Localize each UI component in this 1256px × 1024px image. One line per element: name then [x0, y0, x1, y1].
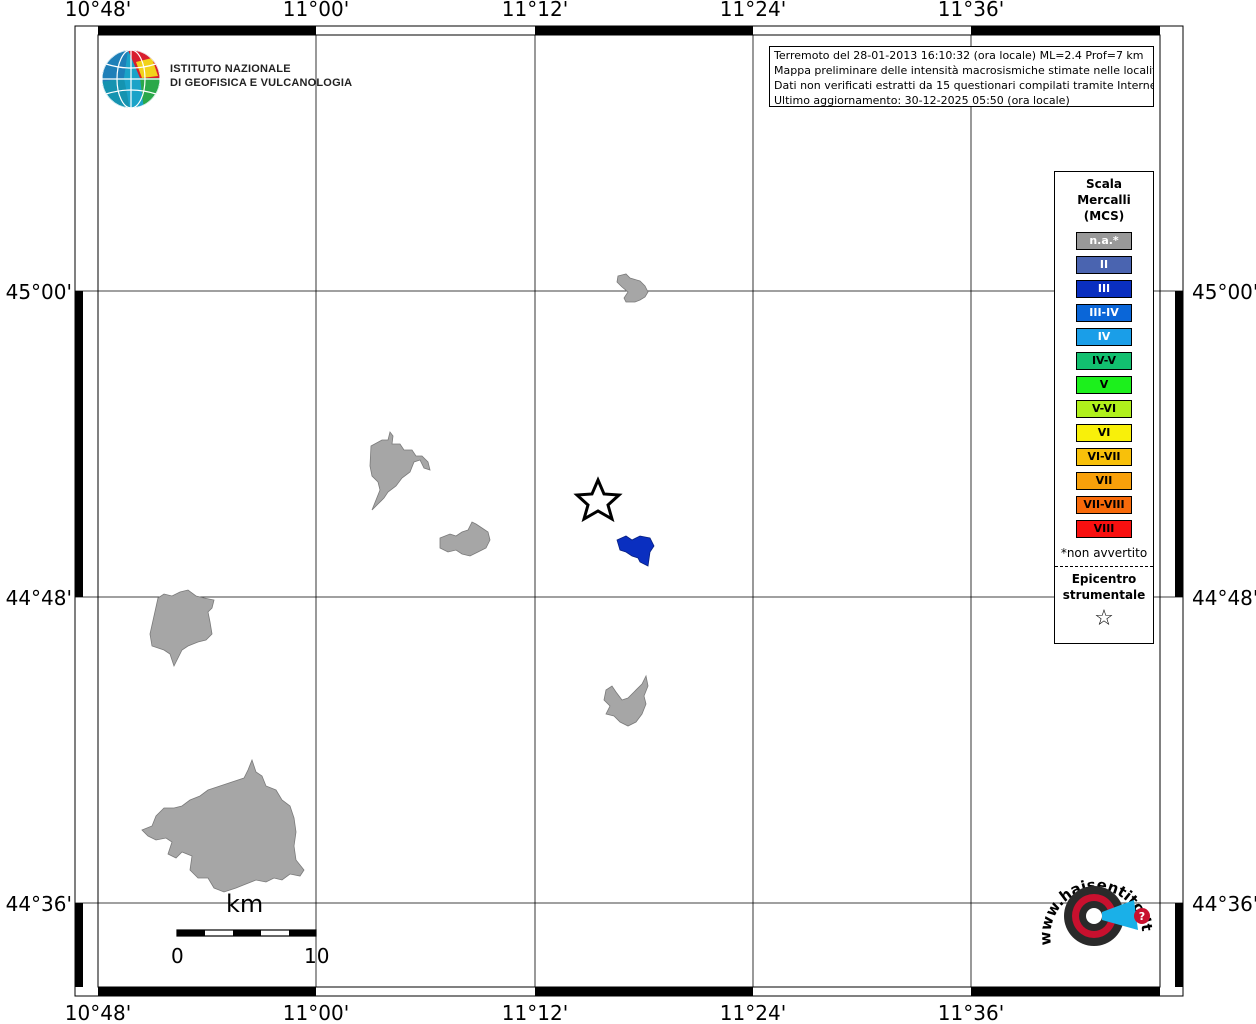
legend-item: IV-V	[1076, 352, 1132, 370]
scale-end-label: 10	[304, 944, 330, 968]
legend-item: V	[1076, 376, 1132, 394]
legend-separator	[1055, 566, 1153, 567]
lat-label-left-1: 44°48'	[6, 586, 72, 610]
lon-label-top-0: 10°48'	[65, 0, 131, 21]
ingv-globe-icon	[102, 50, 160, 108]
lon-label-top-1: 11°00'	[283, 0, 349, 21]
legend-star-icon: ☆	[1094, 606, 1114, 631]
legend-title: Scala Mercalli (MCS)	[1055, 176, 1153, 224]
lon-label-bottom-0: 10°48'	[65, 1001, 131, 1024]
haisentito-logo-icon: www.haisentitoilterremoto.it ?	[1022, 846, 1156, 946]
lon-label-top-2: 11°12'	[502, 0, 568, 21]
lon-label-top-4: 11°36'	[938, 0, 1004, 21]
lat-label-right-0: 45°00'	[1192, 280, 1256, 304]
legend-items: n.a.* II III III-IV IV IV-V V V-VI VI VI-VII VII VI…	[1055, 232, 1153, 538]
event-info-box: Terremoto del 28-01-2013 16:10:32 (ora l…	[769, 46, 1154, 107]
legend-item: VII	[1076, 472, 1132, 490]
lon-label-top-3: 11°24'	[720, 0, 786, 21]
event-info-line1: Terremoto del 28-01-2013 16:10:32 (ora l…	[774, 49, 1144, 62]
scale-start-label: 0	[171, 944, 184, 968]
lon-label-bottom-3: 11°24'	[720, 1001, 786, 1024]
lat-label-right-1: 44°48'	[1192, 586, 1256, 610]
legend-epicenter-label: Epicentro strumentale	[1055, 571, 1153, 603]
lon-label-bottom-1: 11°00'	[283, 1001, 349, 1024]
legend-item: III-IV	[1076, 304, 1132, 322]
legend-epicenter-line2: strumentale	[1062, 588, 1146, 602]
legend-item: VI-VII	[1076, 448, 1132, 466]
legend-item: II	[1076, 256, 1132, 274]
ingv-name-line2: DI GEOFISICA E VULCANOLOGIA	[170, 77, 353, 89]
legend-item: n.a.*	[1076, 232, 1132, 250]
legend-item: VIII	[1076, 520, 1132, 538]
legend-note: *non avvertito	[1060, 546, 1148, 560]
lon-label-bottom-2: 11°12'	[502, 1001, 568, 1024]
legend-title-line3: (MCS)	[1083, 209, 1125, 223]
event-info-line4: Ultimo aggiornamento: 30-12-2025 05:50 (…	[774, 94, 1070, 107]
event-info-line3: Dati non verificati estratti da 15 quest…	[774, 79, 1154, 92]
ingv-name-line1: ISTITUTO NAZIONALE	[170, 63, 291, 75]
lon-label-bottom-4: 11°36'	[938, 1001, 1004, 1024]
legend-epicenter-line1: Epicentro	[1071, 572, 1137, 586]
svg-text:?: ?	[1139, 910, 1145, 923]
legend-item: VII-VIII	[1076, 496, 1132, 514]
scale-bar	[176, 929, 317, 937]
legend-item: IV	[1076, 328, 1132, 346]
legend-item: VI	[1076, 424, 1132, 442]
scale-unit-label: km	[226, 890, 264, 918]
ingv-name: ISTITUTO NAZIONALE DI GEOFISICA E VULCAN…	[170, 62, 352, 90]
legend-item: III	[1076, 280, 1132, 298]
legend-title-line2: Mercalli	[1077, 193, 1131, 207]
legend-item: V-VI	[1076, 400, 1132, 418]
lat-label-right-2: 44°36'	[1192, 892, 1256, 916]
haisentito-logo: www.haisentitoilterremoto.it ?	[1022, 846, 1160, 980]
legend-title-line1: Scala	[1085, 177, 1123, 191]
event-info-line2: Mappa preliminare delle intensità macros…	[774, 64, 1154, 77]
lat-label-left-2: 44°36'	[6, 892, 72, 916]
lat-label-left-0: 45°00'	[6, 280, 72, 304]
intensity-legend: Scala Mercalli (MCS) n.a.* II III III-IV IV I…	[1054, 171, 1154, 644]
ingv-logo: ISTITUTO NAZIONALE DI GEOFISICA E VULCAN…	[100, 48, 352, 110]
